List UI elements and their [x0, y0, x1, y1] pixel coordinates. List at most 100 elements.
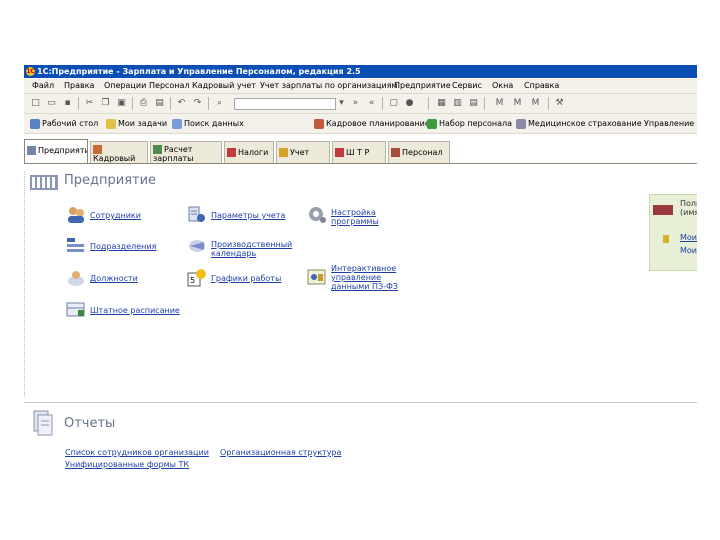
unified-forms-link[interactable]: Унифицированные формы ТК [65, 460, 189, 469]
divisions-icon [67, 238, 84, 252]
menu-enterprise[interactable]: Предприятие [394, 81, 451, 90]
print-icon[interactable]: ⎙ [138, 98, 149, 109]
building-icon [27, 146, 36, 155]
calendar-icon [189, 240, 205, 252]
hr-management-button[interactable]: Управление кадрами [644, 117, 697, 130]
toolbar-separator [484, 97, 485, 110]
calculator-icon[interactable]: ▦ [436, 98, 447, 109]
toolbar-separator [170, 97, 171, 110]
employees-icon [68, 207, 84, 223]
side-link-1[interactable]: Мои [680, 233, 697, 242]
taxes-icon [227, 148, 236, 157]
production-calendar-link[interactable]: Производственный календарь [211, 240, 292, 258]
redo-icon[interactable]: ↷ [192, 98, 203, 109]
tab-hr-records[interactable]: Кадровый учет [90, 141, 148, 163]
search-icon[interactable]: ⌕ [214, 98, 225, 109]
save-icon[interactable]: ▪ [62, 98, 73, 109]
planning-icon [314, 118, 324, 129]
tab-accounting[interactable]: Учет [276, 141, 330, 163]
find-next-icon[interactable]: » [350, 98, 361, 109]
org-structure-link[interactable]: Организационная структура [220, 448, 341, 457]
menu-hr[interactable]: Кадровый учет [192, 81, 256, 90]
recruitment-button[interactable]: Набор персонала [427, 117, 512, 130]
memory-add-icon[interactable]: M [512, 98, 523, 109]
menu-personnel[interactable]: Персонал [149, 81, 190, 90]
toolbar-separator [208, 97, 209, 110]
interactive-data-icon [307, 269, 326, 285]
accounting-params-link[interactable]: Параметры учета [211, 211, 285, 220]
cut-icon[interactable]: ✂ [84, 98, 95, 109]
menu-file[interactable]: Файл [32, 81, 54, 90]
side-title-line1: Поль [680, 199, 697, 208]
divisions-link[interactable]: Подразделения [90, 242, 156, 251]
clipboard-icon[interactable]: ▤ [468, 98, 479, 109]
help-icon[interactable]: ● [404, 98, 415, 109]
interactive-data-link[interactable]: Интерактивное управление данными ПЗ-ФЗ [331, 264, 406, 291]
recruitment-icon [427, 118, 437, 129]
tools-icon[interactable]: ⚒ [554, 98, 565, 109]
my-tasks-button[interactable]: Мои задачи [106, 117, 167, 130]
new-icon[interactable]: □ [30, 98, 41, 109]
window-title: 1С:Предприятие - Зарплата и Управление П… [37, 67, 361, 76]
search-input[interactable] [234, 98, 336, 110]
memory-icon[interactable]: M [494, 98, 505, 109]
enterprise-section-title: Предприятие [64, 173, 157, 188]
desktop-button[interactable]: Рабочий стол [30, 117, 98, 130]
menu-operations[interactable]: Операции [104, 81, 146, 90]
open-icon[interactable]: ▭ [46, 98, 57, 109]
hr-icon [93, 145, 102, 154]
tab-enterprise[interactable]: Предприятие [24, 139, 88, 163]
tr-icon [335, 148, 344, 157]
work-schedule-icon: 5 [187, 269, 206, 287]
settings-gear-icon [309, 207, 326, 223]
toolbar-separator [428, 97, 429, 110]
app-window: 1С 1С:Предприятие - Зарплата и Управлени… [24, 65, 697, 480]
positions-link[interactable]: Должности [90, 274, 138, 283]
side-title-line2: (имя [680, 208, 697, 217]
find-prev-icon[interactable]: « [366, 98, 377, 109]
search-data-icon [172, 118, 182, 129]
accounting-params-icon [188, 206, 205, 222]
staff-schedule-link[interactable]: Штатное расписание [90, 306, 180, 315]
menu-help[interactable]: Справка [524, 81, 559, 90]
tasks-icon [106, 118, 116, 129]
employees-link[interactable]: Сотрудники [90, 211, 141, 220]
calendar-icon[interactable]: ▥ [452, 98, 463, 109]
medical-insurance-button[interactable]: Медицинское страхование [516, 117, 642, 130]
toolbar-separator [78, 97, 79, 110]
memory-sub-icon[interactable]: M [530, 98, 541, 109]
tab-personnel[interactable]: Персонал [388, 141, 450, 163]
menu-edit[interactable]: Правка [64, 81, 94, 90]
staff-schedule-icon [66, 302, 85, 317]
tab-payroll[interactable]: Расчет зарплаты [150, 141, 222, 163]
positions-icon [68, 271, 84, 286]
undo-icon[interactable]: ↶ [176, 98, 187, 109]
user-side-panel: Поль (имя Мои Мои [649, 194, 697, 271]
menu-windows[interactable]: Окна [492, 81, 513, 90]
section-tabs: Предприятие Кадровый учет Расчет зарплат… [24, 139, 697, 163]
tab-tr[interactable]: Ш Т Р [332, 141, 386, 163]
program-setup-link[interactable]: Настройка программы [331, 208, 391, 226]
toolbar: □ ▭ ▪ ✂ ❐ ▣ ⎙ ▤ ↶ ↷ ⌕ ▾ » « ▢ ● ▦ ▥ ▤ M … [24, 94, 697, 114]
quick-access-bar: Рабочий стол Мои задачи Поиск данных Кад… [24, 114, 697, 134]
dropdown-icon[interactable]: ▾ [336, 98, 347, 109]
paste-icon[interactable]: ▣ [116, 98, 127, 109]
work-schedules-link[interactable]: Графики работы [211, 274, 281, 283]
tab-taxes[interactable]: Налоги [224, 141, 274, 163]
copy-icon[interactable]: ❐ [100, 98, 111, 109]
payroll-icon [153, 145, 162, 154]
side-link-2[interactable]: Мои [680, 246, 697, 255]
window-icon[interactable]: ▢ [388, 98, 399, 109]
employees-list-report-link[interactable]: Список сотрудников организации [65, 448, 209, 457]
data-search-button[interactable]: Поиск данных [172, 117, 244, 130]
menu-service[interactable]: Сервис [452, 81, 482, 90]
hr-planning-button[interactable]: Кадровое планирование [314, 117, 430, 130]
accounting-icon [279, 148, 288, 157]
toolbar-separator [548, 97, 549, 110]
toolbar-separator [132, 97, 133, 110]
main-content: Предприятие Сотрудники Подразделения Дол… [24, 164, 697, 480]
menu-payroll[interactable]: Учет зарплаты по организациям [260, 81, 398, 90]
menu-bar: Файл Правка Операции Персонал Кадровый у… [24, 79, 697, 94]
preview-icon[interactable]: ▤ [154, 98, 165, 109]
reports-icon [33, 410, 53, 436]
